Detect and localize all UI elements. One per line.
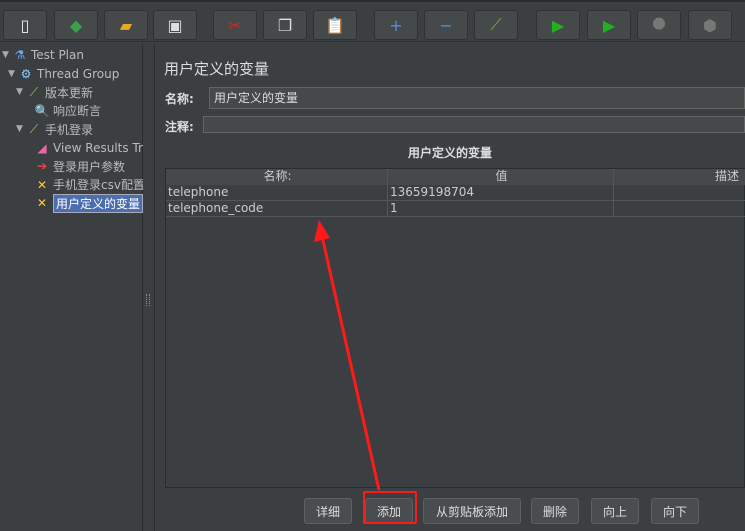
annotation-arrow [314, 220, 381, 491]
